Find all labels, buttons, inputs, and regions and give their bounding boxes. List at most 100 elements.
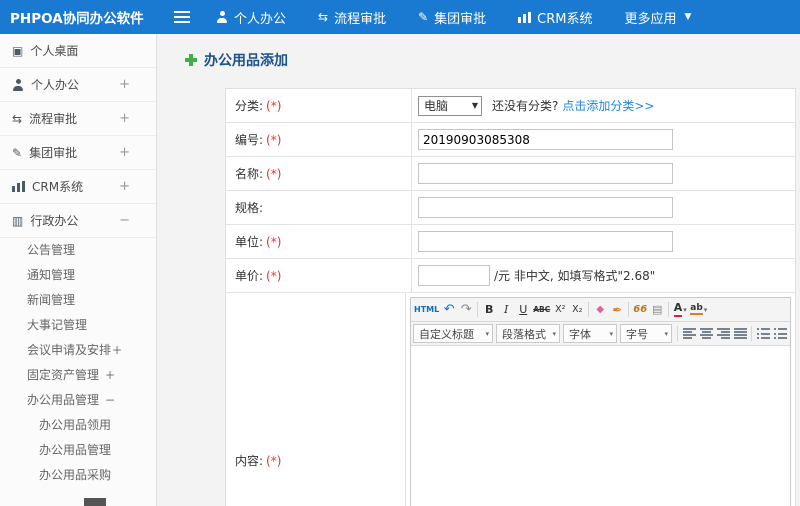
collapse-indicator: − <box>105 393 116 407</box>
rich-text-editor: HTML ↶ ↷ B I U ABC X² X₂ ◆ ✒ 66 ▤ A ▾ ab… <box>410 297 791 506</box>
sidebar-subitem-notice-mgmt[interactable]: 通知管理 <box>0 263 156 288</box>
toolbar-separator <box>588 302 590 317</box>
paragraph-format-select[interactable]: 段落格式 ▾ <box>496 324 560 343</box>
select-label: 字号 <box>626 327 648 341</box>
sidebar-item-admin-office[interactable]: ▥ 行政办公 − <box>0 204 156 238</box>
nav-item-personal-office[interactable]: 个人办公 <box>216 8 286 27</box>
undo-button[interactable]: ↶ <box>441 301 457 319</box>
menu-toggle-button[interactable] <box>174 11 190 23</box>
redo-button[interactable]: ↷ <box>458 301 474 319</box>
sidebar-item-group-approval[interactable]: ✎ 集团审批 + <box>0 136 156 170</box>
form-row-code: 编号: (*) <box>226 123 795 157</box>
nav-item-crm[interactable]: CRM系统 <box>518 8 593 27</box>
select-label: 自定义标题 <box>419 327 474 341</box>
nav-item-more-apps[interactable]: 更多应用 ▼ <box>625 8 692 27</box>
sidebar-subitem-news-mgmt[interactable]: 新闻管理 <box>0 288 156 313</box>
caret-down-icon: ▾ <box>552 329 556 338</box>
expand-indicator: + <box>119 145 130 160</box>
ordered-list-button[interactable] <box>772 325 788 343</box>
font-family-select[interactable]: 字体 ▾ <box>563 324 617 343</box>
sidebar: ▣ 个人桌面 个人办公 + ⇆ 流程审批 + ✎ 集团审批 + CRM系统 + <box>0 34 157 506</box>
unordered-list-button[interactable] <box>755 325 771 343</box>
desktop-icon: ▣ <box>12 43 24 58</box>
align-right-button[interactable] <box>715 325 731 343</box>
remove-format-button[interactable]: ◆ <box>592 301 608 319</box>
add-category-link[interactable]: 点击添加分类>> <box>562 97 654 114</box>
sidebar-subitem-office-supplies-mgmt[interactable]: 办公用品管理 − <box>0 388 156 413</box>
user-icon <box>216 11 228 23</box>
code-input[interactable] <box>418 129 673 150</box>
nav-item-workflow-approval[interactable]: ⇆ 流程审批 <box>318 8 386 27</box>
align-left-button[interactable] <box>681 325 697 343</box>
expand-indicator: + <box>119 111 130 126</box>
spec-input[interactable] <box>418 197 673 218</box>
sidebar-subitem-memorabilia-mgmt[interactable]: 大事记管理 <box>0 313 156 338</box>
sidebar-item-workflow-approval[interactable]: ⇆ 流程审批 + <box>0 102 156 136</box>
field-label: 规格: <box>235 201 264 215</box>
app-logo[interactable]: PHPOA协同办公软件 <box>0 7 158 27</box>
category-selected-value: 电脑 <box>424 99 449 113</box>
editor-toolbar-row2: 自定义标题 ▾ 段落格式 ▾ 字体 ▾ 字号 ▾ <box>411 322 790 346</box>
unit-input[interactable] <box>418 231 673 252</box>
template-button[interactable]: ▤ <box>649 301 665 319</box>
sidebar-subitem-supplies-purchase[interactable]: 办公用品采购 <box>0 463 156 488</box>
nav-item-group-approval[interactable]: ✎ 集团审批 <box>418 8 486 27</box>
align-center-button[interactable] <box>698 325 714 343</box>
chart-icon <box>518 11 532 23</box>
format-painter-button[interactable]: ✒ <box>609 301 625 319</box>
superscript-button[interactable]: X² <box>552 301 568 319</box>
price-input[interactable] <box>418 265 490 286</box>
caret-down-icon: ▾ <box>485 329 489 338</box>
sidebar-subitem-supplies-manage[interactable]: 办公用品管理 <box>0 438 156 463</box>
sidebar-subitem-announcement-mgmt[interactable]: 公告管理 <box>0 238 156 263</box>
required-mark: (*) <box>266 166 282 181</box>
subscript-button[interactable]: X₂ <box>569 301 585 319</box>
topbar: PHPOA协同办公软件 个人办公 ⇆ 流程审批 ✎ 集团审批 CRM系统 更多应… <box>0 0 800 34</box>
font-size-select[interactable]: 字号 ▾ <box>620 324 672 343</box>
sidebar-scrollbar-thumb[interactable] <box>84 498 106 506</box>
align-justify-button[interactable] <box>732 325 748 343</box>
sidebar-item-label: 个人桌面 <box>30 44 79 58</box>
sidebar-subitem-meeting-request[interactable]: 会议申请及安排+ <box>0 338 156 363</box>
sidebar-item-personal-desktop[interactable]: ▣ 个人桌面 <box>0 34 156 68</box>
highlight-color-icon: ab <box>690 303 703 316</box>
collapse-indicator: − <box>119 213 130 228</box>
font-color-button[interactable]: A ▾ <box>672 301 688 319</box>
sidebar-subitem-fixed-asset-mgmt[interactable]: 固定资产管理 + <box>0 363 156 388</box>
subitem-label: 办公用品管理 <box>39 443 112 457</box>
caret-down-icon: ▾ <box>609 329 613 338</box>
category-select[interactable]: 电脑 ▼ <box>418 95 482 116</box>
sidebar-item-label: 行政办公 <box>30 214 79 228</box>
editor-content-area[interactable] <box>411 346 790 506</box>
sidebar-item-label: 集团审批 <box>29 146 78 160</box>
form-row-price: 单价: (*) /元 非中文, 如填写格式"2.68" <box>226 259 795 293</box>
align-left-icon <box>682 328 696 339</box>
nav-label: 个人办公 <box>234 11 287 27</box>
blockquote-button[interactable]: 66 <box>632 301 648 319</box>
bold-button[interactable]: B <box>481 301 497 319</box>
custom-heading-select[interactable]: 自定义标题 ▾ <box>413 324 493 343</box>
add-plus-icon <box>185 54 197 66</box>
toolbar-separator <box>751 326 752 341</box>
italic-button[interactable]: I <box>498 301 514 319</box>
expand-indicator: + <box>105 368 116 382</box>
align-center-icon <box>699 328 713 339</box>
form-row-spec: 规格: <box>226 191 795 225</box>
sidebar-item-personal-office[interactable]: 个人办公 + <box>0 68 156 102</box>
form-row-unit: 单位: (*) <box>226 225 795 259</box>
page-title-row: 办公用品添加 <box>185 50 288 70</box>
html-source-button[interactable]: HTML <box>413 301 440 319</box>
caret-down-icon: ▼ <box>684 12 692 22</box>
subitem-label: 新闻管理 <box>27 293 76 307</box>
field-label: 单价: <box>235 269 264 283</box>
strikethrough-button[interactable]: ABC <box>532 301 551 319</box>
name-input[interactable] <box>418 163 673 184</box>
caret-down-icon: ▼ <box>471 101 478 110</box>
highlight-color-button[interactable]: ab ▾ <box>689 301 708 319</box>
sidebar-item-crm[interactable]: CRM系统 + <box>0 170 156 204</box>
price-hint-text: /元 非中文, 如填写格式"2.68" <box>494 269 656 283</box>
underline-button[interactable]: U <box>515 301 531 319</box>
subitem-label: 办公用品采购 <box>39 468 112 482</box>
sidebar-subitem-supplies-claim[interactable]: 办公用品领用 <box>0 413 156 438</box>
sidebar-item-label: 个人办公 <box>31 78 80 92</box>
